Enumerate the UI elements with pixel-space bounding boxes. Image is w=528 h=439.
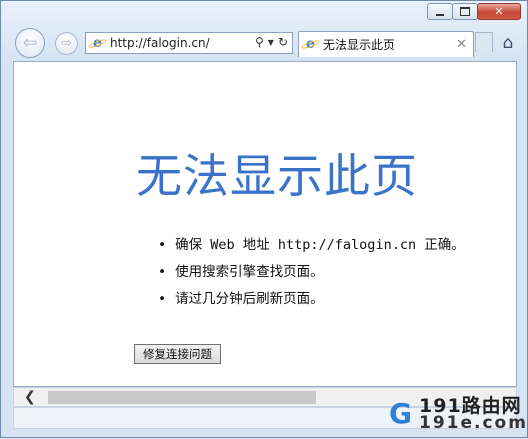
tips-list: 确保 Web 地址 http://falogin.cn 正确。 使用搜索引擎查找…	[158, 232, 465, 313]
tip-item: 使用搜索引擎查找页面。	[158, 259, 465, 286]
address-bar[interactable]: e http://falogin.cn/ ⚲ ▼ ↻	[85, 32, 293, 54]
tab-ie-logo-icon: e	[303, 37, 318, 52]
navigation-bar: ⇦ ⇨ e http://falogin.cn/ ⚲ ▼ ↻ e 无法显示此页 …	[11, 27, 521, 61]
back-button[interactable]: ⇦	[15, 28, 45, 58]
tab-title: 无法显示此页	[323, 38, 396, 52]
page-title: 无法显示此页	[136, 149, 418, 203]
maximize-icon	[460, 7, 470, 16]
refresh-icon[interactable]: ↻	[278, 35, 288, 49]
arrow-left-icon: ⇦	[22, 33, 38, 53]
tab-close-icon[interactable]: ✕	[456, 37, 467, 52]
tip-item: 请过几分钟后刷新页面。	[158, 286, 465, 313]
forward-button[interactable]: ⇨	[55, 32, 78, 55]
minimize-button[interactable]	[427, 3, 453, 20]
ie-logo-icon: e	[90, 35, 105, 51]
home-icon[interactable]: ⌂	[497, 32, 519, 54]
close-window-button[interactable]: ✕	[477, 3, 521, 20]
watermark-line2: 191e.com	[419, 413, 528, 433]
page-content: 无法显示此页 确保 Web 地址 http://falogin.cn 正确。 使…	[13, 61, 517, 387]
minimize-icon	[436, 13, 444, 16]
window-caption-buttons: ✕	[427, 3, 521, 20]
browser-window: ✕ ⇦ ⇨ e http://falogin.cn/ ⚲ ▼ ↻ e 无法显示此…	[0, 0, 528, 438]
address-tools: ⚲ ▼ ↻	[255, 35, 288, 49]
scroll-thumb[interactable]	[48, 391, 316, 404]
tab-active[interactable]: e 无法显示此页 ✕	[298, 31, 474, 57]
tip-item: 确保 Web 地址 http://falogin.cn 正确。	[158, 232, 465, 259]
fix-connection-button[interactable]: 修复连接问题	[134, 344, 221, 364]
dropdown-arrow-icon[interactable]: ▼	[268, 38, 274, 47]
new-tab-button[interactable]	[475, 32, 493, 52]
scroll-left-icon[interactable]: ❮	[24, 388, 36, 406]
search-icon[interactable]: ⚲	[255, 35, 264, 49]
watermark-logo-icon: G	[389, 397, 412, 430]
close-icon: ✕	[494, 5, 504, 18]
arrow-right-icon: ⇨	[61, 36, 72, 51]
watermark: G 191路由网 191e.com	[389, 389, 528, 439]
maximize-button[interactable]	[452, 3, 478, 20]
address-url[interactable]: http://falogin.cn/	[110, 36, 210, 50]
